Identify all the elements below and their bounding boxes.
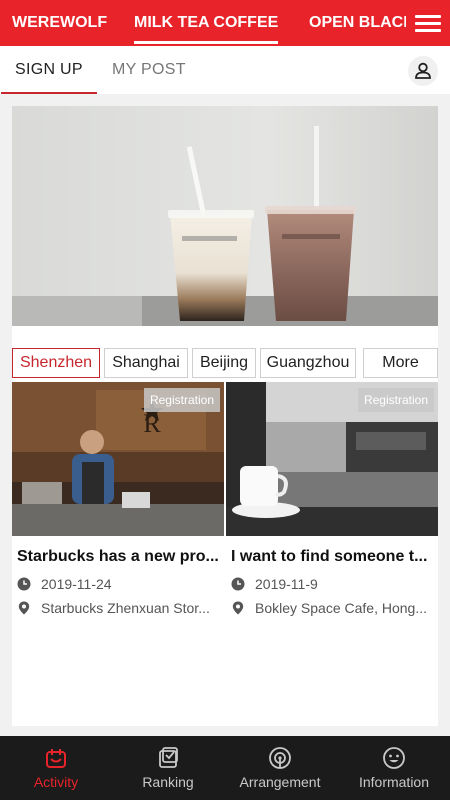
location-pin-icon (232, 601, 244, 615)
activity-icon (46, 749, 66, 768)
nav-information[interactable]: Information (338, 736, 450, 800)
user-icon[interactable] (408, 56, 438, 86)
city-shenzhen[interactable]: Shenzhen (12, 348, 100, 378)
event-list: R Registration Starbucks has a new pro..… (12, 382, 438, 632)
tab-werewolf[interactable]: WEREWOLF (12, 0, 107, 46)
banner-image[interactable] (12, 106, 438, 326)
event-location: Starbucks Zhenxuan Stor... (17, 598, 222, 618)
event-date: 2019-11-9 (231, 574, 436, 594)
nav-activity[interactable]: Activity (0, 736, 112, 800)
ranking-icon (159, 747, 178, 768)
app-root: WEREWOLF MILK TEA COFFEE OPEN BLACK SIGN… (0, 0, 450, 800)
city-more[interactable]: More (363, 348, 438, 378)
event-title: Starbucks has a new pro... (17, 548, 219, 565)
sub-tab-bar: SIGN UP MY POST (0, 46, 450, 94)
category-tab-bar: WEREWOLF MILK TEA COFFEE OPEN BLACK (0, 0, 450, 46)
event-image: R Registration (12, 382, 224, 536)
event-image: Registration (226, 382, 438, 536)
content-panel: Shenzhen Shanghai Beijing Guangzhou More… (12, 106, 438, 726)
bottom-nav: Activity Ranking Arrangement Information (0, 736, 450, 800)
tab-milk-tea-coffee[interactable]: MILK TEA COFFEE (134, 0, 279, 46)
city-guangzhou[interactable]: Guangzhou (260, 348, 356, 378)
status-badge: Registration (357, 388, 434, 412)
city-filter: Shenzhen Shanghai Beijing Guangzhou More (12, 348, 438, 378)
nav-ranking[interactable]: Ranking (112, 736, 224, 800)
city-beijing[interactable]: Beijing (192, 348, 256, 378)
event-location: Bokley Space Cafe, Hong... (231, 598, 436, 618)
tab-sign-up[interactable]: SIGN UP (1, 46, 97, 94)
event-card[interactable]: Registration I want to find someone t...… (226, 382, 438, 632)
city-shanghai[interactable]: Shanghai (104, 348, 188, 378)
event-date: 2019-11-24 (17, 574, 222, 594)
nav-label: Information (358, 774, 430, 790)
location-pin-icon (18, 601, 30, 615)
information-icon (383, 747, 405, 769)
nav-arrangement[interactable]: Arrangement (224, 736, 336, 800)
clock-icon (17, 577, 31, 591)
nav-label: Activity (33, 774, 79, 790)
menu-icon[interactable] (406, 0, 450, 46)
status-badge: Registration (143, 388, 220, 412)
tab-my-post[interactable]: MY POST (112, 46, 186, 94)
event-card[interactable]: R Registration Starbucks has a new pro..… (12, 382, 224, 632)
clock-icon (231, 577, 245, 591)
event-title: I want to find someone t... (231, 548, 428, 565)
nav-label: Ranking (142, 774, 194, 790)
nav-label: Arrangement (239, 774, 321, 790)
tab-open-black[interactable]: OPEN BLACK (309, 0, 415, 46)
arrangement-icon (269, 747, 291, 769)
